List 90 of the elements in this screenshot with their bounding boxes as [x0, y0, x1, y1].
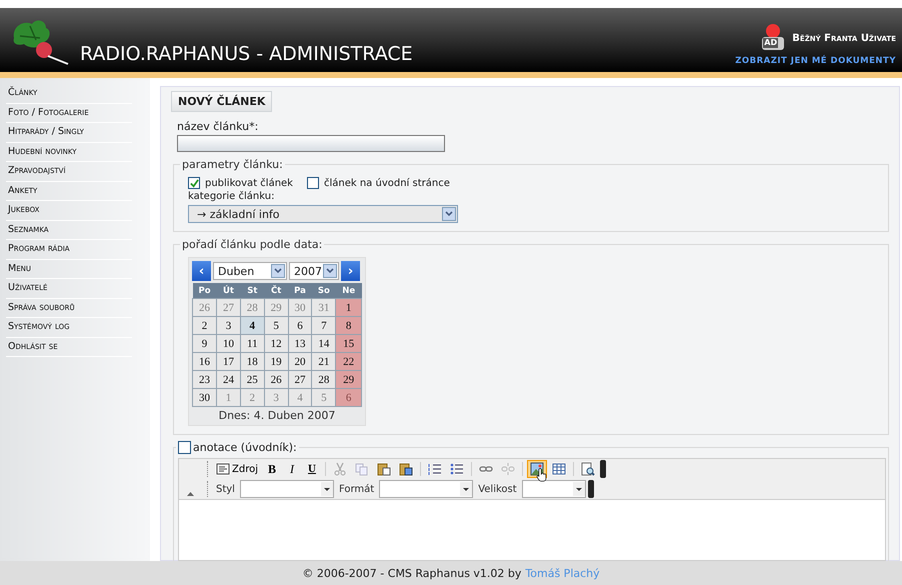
avatar-badge: AD: [763, 38, 778, 48]
group-legend: pořadí článku podle data:: [180, 238, 324, 251]
calendar-day[interactable]: 27: [288, 370, 312, 388]
calendar-day[interactable]: 16: [192, 352, 217, 370]
sidebar-item[interactable]: Menu: [6, 260, 132, 279]
sidebar-item[interactable]: Uživatelé: [6, 279, 132, 298]
calendar-day[interactable]: 11: [240, 334, 264, 352]
hand-cursor-icon: [535, 468, 549, 482]
source-button[interactable]: Zdroj: [213, 460, 261, 478]
underline-button[interactable]: U: [303, 460, 321, 478]
weekday-header: St: [240, 283, 264, 298]
calendar-day[interactable]: 20: [288, 352, 312, 370]
toolbar-end-handle[interactable]: [600, 460, 606, 478]
calendar-day[interactable]: 2: [192, 316, 217, 334]
sidebar-item[interactable]: Program rádia: [6, 240, 132, 260]
year-select[interactable]: 2007: [289, 262, 339, 280]
checkbox[interactable]: [306, 177, 319, 189]
preview-icon[interactable]: [581, 462, 595, 476]
combo-label: Styl: [215, 484, 236, 494]
calendar-day[interactable]: 12: [264, 334, 288, 352]
calendar-day[interactable]: 15: [336, 334, 362, 352]
paste-icon[interactable]: [377, 462, 391, 476]
panel-title: NOVÝ ČLÁNEK: [171, 91, 272, 112]
calendar-day[interactable]: 8: [336, 316, 362, 334]
calendar-day[interactable]: 3: [216, 316, 240, 334]
table-icon[interactable]: [552, 462, 566, 476]
calendar-day[interactable]: 25: [240, 370, 264, 388]
numbered-list-icon[interactable]: [428, 462, 442, 476]
paste-word-icon[interactable]: [399, 462, 413, 476]
sidebar-item[interactable]: Systémový log: [6, 318, 132, 338]
weekday-header: Po: [192, 283, 217, 298]
sidebar-item[interactable]: Jukebox: [6, 201, 132, 220]
calendar-day[interactable]: 24: [216, 370, 240, 388]
sidebar-item[interactable]: Správa souborů: [6, 298, 132, 318]
calendar-day[interactable]: 1: [336, 298, 362, 316]
combo-label: Formát: [338, 484, 376, 494]
calendar-day[interactable]: 29: [336, 370, 362, 388]
calendar-day[interactable]: 6: [288, 316, 312, 334]
copyright-text: © 2006-2007 - CMS Raphanus v1.02 by: [302, 566, 522, 580]
collapse-icon[interactable]: [186, 492, 194, 496]
sidebar-item[interactable]: Odhlásit se: [6, 338, 132, 357]
bullet-list-icon[interactable]: [450, 462, 464, 476]
combo-label: Velikost: [477, 484, 518, 494]
source-icon: [216, 462, 230, 476]
next-month-button[interactable]: ›: [341, 261, 360, 281]
calendar-day[interactable]: 28: [312, 370, 336, 388]
checkbox-label: publikovat článek: [205, 178, 293, 188]
sidebar-item[interactable]: Foto / Fotogalerie: [6, 104, 132, 123]
calendar-day[interactable]: 18: [240, 352, 264, 370]
today-label: Dnes: 4. Duben 2007: [218, 409, 336, 422]
sidebar-item[interactable]: Hudební novinky: [6, 142, 132, 162]
checkbox[interactable]: [178, 441, 191, 454]
checkbox[interactable]: [188, 177, 200, 189]
weekday-header: Ne: [336, 283, 362, 298]
field-label: název článku*:: [177, 120, 260, 133]
calendar-day[interactable]: 22: [336, 352, 362, 370]
italic-button[interactable]: I: [283, 460, 301, 478]
calendar-day[interactable]: 19: [264, 352, 288, 370]
calendar-day[interactable]: 26: [264, 370, 288, 388]
sidebar-item[interactable]: Články: [6, 84, 132, 104]
site-title: RADIO.RAPHANUS - ADMINISTRACE: [80, 43, 413, 65]
category-select[interactable]: → základní info: [188, 205, 458, 223]
user-name: Běžný Franta Uživate: [792, 33, 896, 44]
weekday-header: Čt: [264, 283, 288, 298]
calendar-day[interactable]: 9: [192, 334, 217, 352]
bold-button[interactable]: B: [263, 460, 281, 478]
calendar-day[interactable]: 21: [312, 352, 336, 370]
title-input[interactable]: [177, 135, 445, 152]
sidebar-item[interactable]: Ankety: [6, 182, 132, 201]
calendar-day[interactable]: 30: [192, 388, 217, 406]
calendar-day[interactable]: 23: [192, 370, 217, 388]
calendar-day[interactable]: 7: [312, 316, 336, 334]
previous-month-button[interactable]: ‹: [192, 261, 211, 281]
weekday-header: Pa: [288, 283, 312, 298]
sidebar-item[interactable]: Seznamka: [6, 220, 132, 240]
calendar-day[interactable]: 13: [288, 334, 312, 352]
checkbox-label: anotace (úvodník):: [193, 441, 297, 454]
calendar-day[interactable]: 10: [216, 334, 240, 352]
sidebar-item[interactable]: Zpravodajství: [6, 162, 132, 182]
field-label: kategorie článku:: [188, 191, 276, 202]
my-documents-link[interactable]: ZOBRAZIT JEN MÉ DOKUMENTY: [735, 56, 896, 66]
calendar-day[interactable]: 17: [216, 352, 240, 370]
calendar-day[interactable]: 4: [240, 316, 264, 334]
toolbar-end-handle[interactable]: [588, 480, 594, 498]
calendar-day[interactable]: 5: [264, 316, 288, 334]
sidebar-item[interactable]: Hitparády / Singly: [6, 123, 132, 142]
calendar-day[interactable]: 14: [312, 334, 336, 352]
group-legend: parametry článku:: [180, 158, 285, 171]
month-select[interactable]: Duben: [213, 262, 287, 280]
checkbox-label: článek na úvodní stránce: [324, 178, 450, 188]
